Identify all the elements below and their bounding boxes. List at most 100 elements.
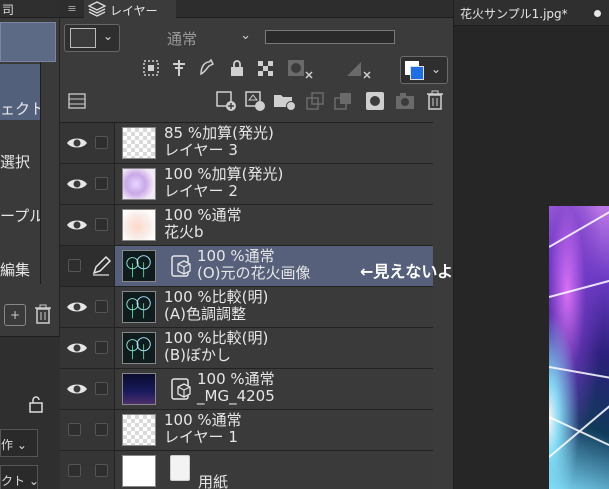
opacity-slider[interactable]: [265, 30, 395, 44]
canvas-streak: [549, 275, 609, 298]
layer-lock-checkbox[interactable]: [95, 464, 108, 477]
draft-layer-icon[interactable]: [196, 58, 218, 80]
layer-blend-info: 100 %通常: [164, 206, 242, 224]
layer-row-controls: [60, 205, 115, 245]
left-panel-item-object[interactable]: ェクト: [0, 98, 40, 119]
canvas-image[interactable]: [549, 206, 609, 489]
layer-row-controls: [60, 123, 115, 163]
layer-blend-info: 85 %加算(発光): [164, 124, 274, 142]
layer-row[interactable]: 100 %比較(明) (B)ぼかし: [60, 328, 433, 369]
eye-icon[interactable]: [66, 381, 88, 397]
add-icon[interactable]: +: [4, 304, 26, 326]
eye-icon[interactable]: [66, 299, 88, 315]
layer-name: レイヤー 1: [164, 428, 238, 446]
left-panel-select-1-label: 作: [1, 438, 14, 452]
visibility-checkbox[interactable]: [68, 259, 81, 272]
layer-row-controls: [60, 369, 115, 409]
layer-row[interactable]: 100 %通常 レイヤー 1: [60, 410, 433, 451]
layer-thumbnail: [122, 332, 156, 364]
layer-row[interactable]: 85 %加算(発光) レイヤー 3: [60, 123, 433, 164]
new-folder-icon[interactable]: [272, 90, 296, 112]
layer-lock-checkbox[interactable]: [95, 218, 108, 231]
layer-row[interactable]: 100 %加算(発光) レイヤー 2: [60, 164, 433, 205]
layer-thumbnail: [122, 250, 156, 282]
tab-layers-label: レイヤー: [110, 4, 158, 18]
blend-mode-label: 通常: [167, 30, 198, 48]
layer-name: (A)色調調整: [164, 305, 246, 323]
layer-row[interactable]: 100 %通常 花火b: [60, 205, 433, 246]
canvas-streak: [549, 206, 609, 248]
layer-color-button[interactable]: ⌄: [64, 24, 120, 52]
layer-blend-info: 100 %加算(発光): [164, 165, 284, 183]
layer-color-picker[interactable]: ⌄: [400, 56, 448, 84]
canvas-tab-label: 花火サンプル1.jpg*: [460, 7, 568, 21]
layer-row-controls: [60, 246, 115, 286]
new-vector-layer-icon[interactable]: [244, 90, 266, 112]
layer-name: 用紙: [198, 473, 229, 489]
list-view-icon[interactable]: [68, 93, 86, 109]
transfer-down-icon[interactable]: [304, 90, 326, 112]
eye-icon[interactable]: [66, 340, 88, 356]
layer-lock-checkbox[interactable]: [95, 423, 108, 436]
eye-icon[interactable]: [66, 176, 88, 192]
canvas-tab[interactable]: 花火サンプル1.jpg*: [454, 0, 609, 26]
visibility-checkbox[interactable]: [68, 464, 81, 477]
left-panel: 司 ェクト 選択 ープル 編集 + 作 ⌄ クト ⌄: [0, 0, 60, 489]
lock-icon[interactable]: [226, 58, 248, 80]
color-blue-square: [410, 66, 424, 80]
layer-thumbnail: [122, 127, 156, 159]
layer-name: レイヤー 3: [164, 141, 238, 159]
new-raster-layer-icon[interactable]: [215, 90, 237, 112]
layer-name: _MG_4205: [197, 387, 275, 405]
blend-mode-select[interactable]: 通常 ⌄: [156, 24, 258, 50]
eye-icon[interactable]: [66, 135, 88, 151]
left-panel-divider: [40, 62, 41, 284]
layer-label: 100 %比較(明) (A)色調調整: [164, 289, 268, 323]
layer-thumbnail: [122, 455, 156, 487]
trash-icon[interactable]: [424, 90, 446, 112]
layer-lock-checkbox[interactable]: [95, 382, 108, 395]
layer-name: (O)元の花火画像: [197, 264, 311, 282]
eye-icon[interactable]: [66, 217, 88, 233]
layer-name: レイヤー 2: [164, 182, 238, 200]
layer-lock-checkbox[interactable]: [95, 341, 108, 354]
ruler-enable-icon[interactable]: [344, 58, 374, 80]
lock-icon[interactable]: [28, 395, 44, 417]
left-panel-select-1[interactable]: 作 ⌄: [0, 429, 38, 457]
layer-label: 100 %通常 (O)元の花火画像: [197, 248, 311, 282]
panel-menu-icon[interactable]: ≡: [64, 2, 80, 16]
left-panel-item-select[interactable]: 選択: [0, 151, 40, 172]
visibility-checkbox[interactable]: [68, 423, 81, 436]
apply-mask-icon[interactable]: [394, 90, 416, 112]
layer-thumbnail: [122, 168, 156, 200]
reference-layer-icon[interactable]: [168, 58, 190, 80]
layer-label: 100 %比較(明) (B)ぼかし: [164, 330, 268, 364]
layer-label: 85 %加算(発光) レイヤー 3: [164, 125, 274, 159]
layer-row-paper[interactable]: 用紙: [60, 451, 433, 489]
layer-lock-checkbox[interactable]: [95, 177, 108, 190]
trash-icon[interactable]: [32, 304, 54, 326]
layer-list: 85 %加算(発光) レイヤー 3 100 %加算(発光) レイヤー 2 100 %…: [60, 122, 433, 489]
left-panel-selected-item[interactable]: [0, 22, 56, 62]
paper-icon: [170, 455, 190, 481]
tab-layers[interactable]: レイヤー: [84, 0, 176, 18]
layer-blend-info: 100 %通常: [164, 411, 242, 429]
unsaved-dot-icon: [594, 10, 601, 17]
left-panel-lower: 作 ⌄ クト ⌄: [0, 336, 60, 489]
clip-icon[interactable]: [140, 58, 162, 80]
mask-icon[interactable]: [364, 90, 386, 112]
layer-row-controls: [60, 287, 115, 327]
lock-transparency-icon[interactable]: [254, 58, 276, 80]
layer-row[interactable]: 100 %通常 _MG_4205: [60, 369, 433, 410]
left-panel-item-edit[interactable]: 編集: [0, 259, 40, 280]
layer-row[interactable]: 100 %比較(明) (A)色調調整: [60, 287, 433, 328]
left-panel-item-sample[interactable]: ープル: [0, 205, 40, 226]
pen-icon[interactable]: [90, 255, 112, 277]
merge-down-icon[interactable]: [332, 90, 354, 112]
chevron-down-icon: ⌄: [240, 28, 251, 43]
left-panel-select-2[interactable]: クト ⌄: [0, 465, 38, 489]
layer-lock-checkbox[interactable]: [95, 136, 108, 149]
chevron-down-icon: ⌄: [102, 29, 113, 43]
layer-lock-checkbox[interactable]: [95, 300, 108, 313]
mask-enable-icon[interactable]: [286, 58, 316, 80]
